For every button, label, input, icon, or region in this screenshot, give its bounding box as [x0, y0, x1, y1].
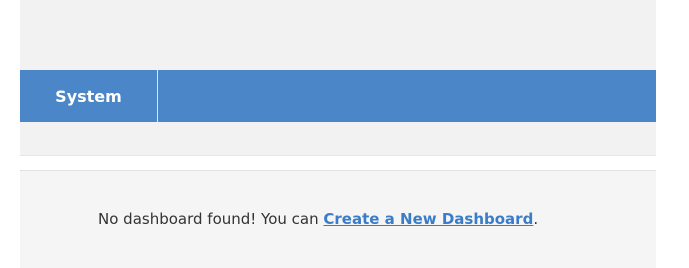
- header-area: [20, 0, 656, 70]
- create-dashboard-link[interactable]: Create a New Dashboard: [323, 210, 533, 228]
- empty-state-period: .: [533, 210, 539, 228]
- subheader-area: [20, 122, 656, 156]
- empty-state-text: No dashboard found! You can: [98, 210, 324, 228]
- nav-bar-fill: [158, 70, 656, 122]
- tab-system[interactable]: System: [20, 70, 158, 122]
- page: System No dashboard found! You can Creat…: [0, 0, 689, 268]
- tab-system-label: System: [55, 86, 122, 106]
- empty-state-message: No dashboard found! You can Create a New…: [98, 210, 538, 228]
- nav-bar: System: [20, 70, 656, 122]
- empty-state-panel: No dashboard found! You can Create a New…: [20, 171, 656, 268]
